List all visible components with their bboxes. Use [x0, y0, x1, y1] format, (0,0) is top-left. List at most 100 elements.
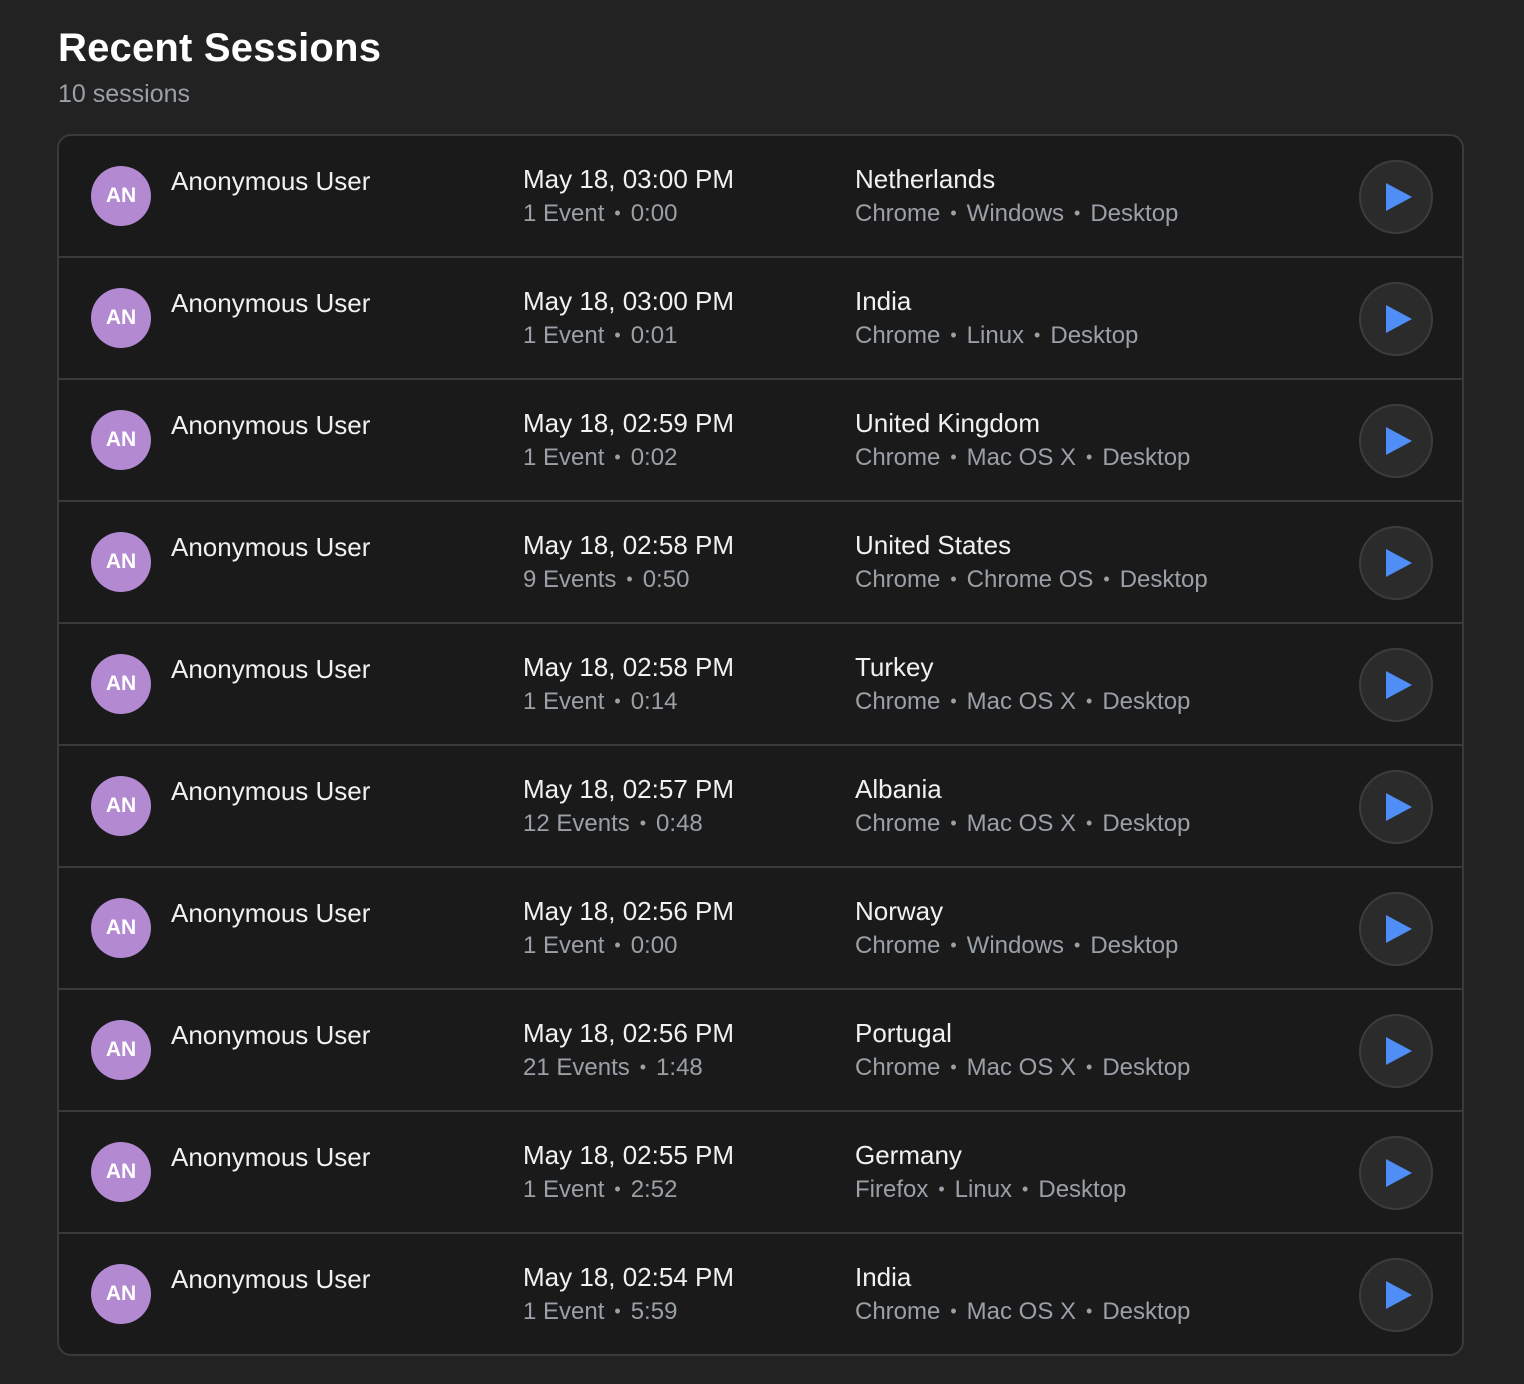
user-name: Anonymous User	[171, 898, 371, 928]
session-meta: 1 Event • 5:59	[523, 1298, 677, 1326]
event-count: 1 Event	[523, 932, 605, 959]
session-row[interactable]: AN Anonymous User May 18, 02:55 PM 1 Eve…	[59, 1112, 1462, 1234]
session-count: 10 sessions	[58, 80, 191, 108]
play-icon	[1385, 1159, 1412, 1187]
event-count: 1 Event	[523, 322, 605, 349]
play-icon	[1385, 183, 1412, 211]
browser-name: Chrome	[855, 810, 941, 837]
session-country: Norway	[855, 896, 944, 926]
session-row[interactable]: AN Anonymous User May 18, 02:58 PM 1 Eve…	[59, 624, 1462, 746]
avatar: AN	[91, 898, 151, 958]
play-icon	[1385, 305, 1412, 333]
play-button[interactable]	[1359, 526, 1433, 600]
separator-dot: •	[1086, 691, 1093, 711]
session-duration: 1:48	[656, 1054, 703, 1081]
session-country: United Kingdom	[855, 408, 1040, 438]
event-count: 1 Event	[523, 444, 605, 471]
session-duration: 0:00	[630, 932, 678, 959]
browser-name: Chrome	[855, 1054, 941, 1081]
session-country: India	[855, 286, 912, 316]
device-type: Desktop	[1102, 688, 1191, 715]
user-name: Anonymous User	[171, 532, 371, 562]
device-type: Desktop	[1038, 1176, 1127, 1203]
session-duration: 0:50	[642, 566, 690, 593]
session-row[interactable]: AN Anonymous User May 18, 03:00 PM 1 Eve…	[59, 258, 1462, 380]
session-tech: Chrome • Mac OS X • Desktop	[855, 444, 1190, 472]
play-button[interactable]	[1359, 892, 1433, 966]
session-duration: 0:00	[630, 200, 678, 227]
os-name: Windows	[966, 200, 1065, 227]
session-row[interactable]: AN Anonymous User May 18, 02:56 PM 21 Ev…	[59, 990, 1462, 1112]
event-count: 9 Events	[523, 566, 617, 593]
session-row[interactable]: AN Anonymous User May 18, 02:59 PM 1 Eve…	[59, 380, 1462, 502]
play-button[interactable]	[1359, 1258, 1433, 1332]
session-row[interactable]: AN Anonymous User May 18, 03:00 PM 1 Eve…	[59, 136, 1462, 258]
session-time: May 18, 03:00 PM	[523, 164, 734, 194]
device-type: Desktop	[1090, 200, 1179, 227]
browser-name: Chrome	[855, 932, 941, 959]
session-tech: Chrome • Mac OS X • Desktop	[855, 688, 1190, 716]
os-name: Mac OS X	[966, 810, 1077, 837]
separator-dot: •	[950, 1057, 957, 1077]
separator-dot: •	[1074, 203, 1081, 223]
play-button[interactable]	[1359, 770, 1433, 844]
separator-dot: •	[938, 1179, 945, 1199]
separator-dot: •	[1034, 325, 1041, 345]
avatar-initials: AN	[105, 1160, 137, 1183]
avatar: AN	[91, 532, 151, 592]
session-meta: 12 Events • 0:48	[523, 810, 703, 838]
session-row[interactable]: AN Anonymous User May 18, 02:57 PM 12 Ev…	[59, 746, 1462, 868]
separator-dot: •	[950, 691, 957, 711]
session-row[interactable]: AN Anonymous User May 18, 02:58 PM 9 Eve…	[59, 502, 1462, 624]
avatar: AN	[91, 1142, 151, 1202]
session-tech: Chrome • Windows • Desktop	[855, 200, 1178, 228]
user-name: Anonymous User	[171, 410, 371, 440]
session-duration: 2:52	[630, 1176, 678, 1203]
user-name: Anonymous User	[171, 1020, 371, 1050]
browser-name: Chrome	[855, 322, 941, 349]
play-button[interactable]	[1359, 160, 1433, 234]
separator-dot: •	[614, 203, 621, 223]
separator-dot: •	[614, 935, 621, 955]
session-time: May 18, 02:56 PM	[523, 896, 734, 926]
play-button[interactable]	[1359, 404, 1433, 478]
session-meta: 1 Event • 0:01	[523, 322, 677, 350]
session-time: May 18, 02:58 PM	[523, 652, 734, 682]
avatar: AN	[91, 288, 151, 348]
avatar-initials: AN	[105, 550, 137, 573]
session-list: AN Anonymous User May 18, 03:00 PM 1 Eve…	[57, 134, 1464, 1356]
event-count: 1 Event	[523, 1298, 605, 1325]
play-button[interactable]	[1359, 648, 1433, 722]
avatar: AN	[91, 1020, 151, 1080]
event-count: 1 Event	[523, 688, 605, 715]
separator-dot: •	[1074, 935, 1081, 955]
session-tech: Firefox • Linux • Desktop	[855, 1176, 1126, 1204]
play-icon	[1385, 915, 1412, 943]
os-name: Mac OS X	[966, 444, 1077, 471]
separator-dot: •	[950, 1301, 957, 1321]
separator-dot: •	[950, 325, 957, 345]
session-time: May 18, 02:55 PM	[523, 1140, 734, 1170]
play-button[interactable]	[1359, 282, 1433, 356]
avatar: AN	[91, 776, 151, 836]
session-duration: 0:02	[630, 444, 678, 471]
session-time: May 18, 02:54 PM	[523, 1262, 734, 1292]
session-tech: Chrome • Chrome OS • Desktop	[855, 566, 1208, 594]
avatar: AN	[91, 410, 151, 470]
avatar-initials: AN	[105, 794, 137, 817]
user-name: Anonymous User	[171, 654, 371, 684]
user-name: Anonymous User	[171, 1142, 371, 1172]
separator-dot: •	[614, 1179, 621, 1199]
session-tech: Chrome • Mac OS X • Desktop	[855, 1298, 1190, 1326]
event-count: 12 Events	[523, 810, 630, 837]
play-button[interactable]	[1359, 1136, 1433, 1210]
session-row[interactable]: AN Anonymous User May 18, 02:56 PM 1 Eve…	[59, 868, 1462, 990]
play-icon	[1385, 1037, 1412, 1065]
session-meta: 9 Events • 0:50	[523, 566, 689, 594]
os-name: Mac OS X	[966, 1054, 1077, 1081]
avatar-initials: AN	[105, 184, 137, 207]
session-row[interactable]: AN Anonymous User May 18, 02:54 PM 1 Eve…	[59, 1234, 1462, 1354]
session-duration: 5:59	[630, 1298, 678, 1325]
os-name: Linux	[966, 322, 1025, 349]
play-button[interactable]	[1359, 1014, 1433, 1088]
